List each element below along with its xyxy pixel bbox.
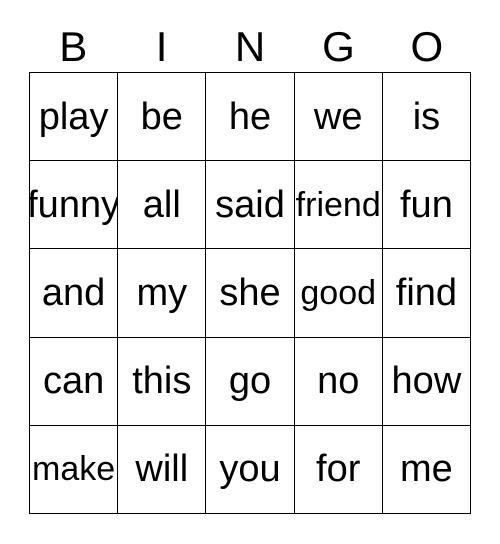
bingo-row: and my she good find xyxy=(30,249,472,338)
bingo-cell-label: be xyxy=(140,95,183,138)
bingo-header-letter-o: O xyxy=(410,23,444,70)
bingo-cell[interactable]: go xyxy=(206,337,295,426)
bingo-cell-label: we xyxy=(313,95,363,138)
bingo-cell[interactable]: how xyxy=(382,337,472,426)
bingo-header-letter-g: G xyxy=(322,23,355,70)
bingo-cell[interactable]: funny xyxy=(30,161,119,250)
bingo-cell-label: for xyxy=(316,448,361,491)
bingo-cell-label: funny xyxy=(30,183,119,226)
bingo-cell-label: all xyxy=(142,183,181,226)
bingo-cell[interactable]: you xyxy=(206,425,295,515)
bingo-cell[interactable]: said xyxy=(206,161,295,250)
bingo-cell-label: this xyxy=(132,360,192,403)
bingo-cell-label: is xyxy=(412,95,441,138)
bingo-cell[interactable]: she xyxy=(206,249,295,338)
bingo-cell[interactable]: this xyxy=(118,337,207,426)
bingo-cell-label: said xyxy=(215,183,285,226)
bingo-cell[interactable]: make xyxy=(30,425,119,515)
bingo-cell[interactable]: and xyxy=(30,249,119,338)
bingo-cell[interactable]: will xyxy=(118,425,207,515)
bingo-cell-label: will xyxy=(135,448,189,491)
bingo-cell-label: he xyxy=(228,95,272,138)
bingo-cell[interactable]: play xyxy=(30,73,119,162)
bingo-cell[interactable]: be xyxy=(118,73,207,162)
bingo-cell-label: she xyxy=(219,272,281,314)
bingo-row: make will you for me xyxy=(30,425,472,515)
bingo-cell[interactable]: is xyxy=(382,73,472,162)
bingo-cell[interactable]: find xyxy=(382,249,472,338)
bingo-header-letter-i: I xyxy=(155,23,168,70)
bingo-header-row: B I N G O xyxy=(29,22,471,72)
bingo-cell-label: how xyxy=(391,360,462,403)
bingo-cell[interactable]: for xyxy=(294,425,383,515)
bingo-cell-label: and xyxy=(41,272,106,314)
bingo-cell-label: go xyxy=(228,360,272,403)
bingo-cell-label: me xyxy=(400,448,453,491)
bingo-cell-label: friend xyxy=(295,185,381,224)
bingo-cell[interactable]: me xyxy=(382,425,472,515)
bingo-cell[interactable]: no xyxy=(294,337,383,426)
bingo-cell[interactable]: good xyxy=(294,249,383,338)
bingo-cell[interactable]: my xyxy=(118,249,207,338)
bingo-cell-label: can xyxy=(42,360,105,403)
bingo-cell-label: my xyxy=(136,272,188,314)
bingo-header-letter-n: N xyxy=(234,23,266,70)
bingo-cell[interactable]: he xyxy=(206,73,295,162)
bingo-cell-label: no xyxy=(317,360,360,403)
bingo-cell[interactable]: can xyxy=(30,337,119,426)
bingo-cell-label: find xyxy=(395,272,458,314)
bingo-cell[interactable]: all xyxy=(118,161,207,250)
bingo-cell[interactable]: we xyxy=(294,73,383,162)
bingo-row: play be he we is xyxy=(30,73,472,162)
bingo-row: funny all said friend fun xyxy=(30,161,472,250)
bingo-cell-label: make xyxy=(32,450,116,489)
bingo-cell[interactable]: fun xyxy=(382,161,472,250)
bingo-card: B I N G O play be he we is funny all sai… xyxy=(0,0,500,544)
bingo-grid: play be he we is funny all said friend f… xyxy=(29,72,472,515)
bingo-cell[interactable]: friend xyxy=(294,161,383,250)
bingo-cell-label: play xyxy=(38,95,109,138)
bingo-row: can this go no how xyxy=(30,337,472,426)
bingo-cell-label: fun xyxy=(400,183,453,226)
bingo-header-letter-b: B xyxy=(59,23,88,70)
bingo-cell-label: you xyxy=(219,448,281,491)
bingo-cell-label: good xyxy=(300,274,377,312)
